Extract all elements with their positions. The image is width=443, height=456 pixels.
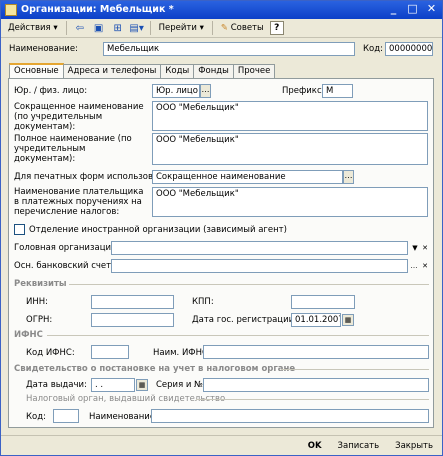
certificate-section-title: Свидетельство о постановке на учет в нал…: [14, 364, 296, 374]
prefix-label: Префикс:: [282, 86, 325, 96]
calendar-icon[interactable]: ▦: [136, 379, 148, 391]
tips-icon: ✎: [220, 23, 228, 33]
select-icon[interactable]: …: [409, 260, 419, 272]
tab-addresses[interactable]: Адреса и телефоны: [62, 64, 162, 78]
section-divider: [281, 369, 429, 370]
reg-date-input[interactable]: 01.01.2007: [291, 313, 341, 327]
kpp-input[interactable]: [291, 295, 355, 309]
issue-date-label: Дата выдачи:: [26, 380, 87, 390]
main-tab-panel: Юр. / физ. лицо: Юр. лицо … Префикс: М С…: [8, 78, 434, 428]
toolbar-separator: [211, 21, 213, 35]
full-name-label: Полное наименование (по учредительным до…: [14, 134, 132, 164]
copy-icon[interactable]: ▣: [91, 21, 107, 36]
ogrn-input[interactable]: [91, 313, 174, 327]
short-name-input[interactable]: ООО "Мебельщик": [152, 101, 428, 131]
tips-button[interactable]: ✎ Советы: [218, 21, 267, 36]
code-input[interactable]: 000000001: [385, 42, 433, 56]
tab-other[interactable]: Прочее: [232, 64, 276, 78]
print-forms-label: Для печатных форм использовать:: [14, 172, 171, 182]
tab-funds[interactable]: Фонды: [193, 64, 234, 78]
goto-menu[interactable]: Перейти ▾: [156, 21, 207, 36]
print-forms-field[interactable]: Сокращенное наименование: [152, 170, 343, 184]
authority-code-label: Код:: [26, 412, 46, 422]
inn-input[interactable]: [91, 295, 174, 309]
tab-codes[interactable]: Коды: [160, 64, 195, 78]
button-bar: OK Записать Закрыть: [1, 435, 442, 456]
entity-type-field[interactable]: Юр. лицо: [152, 84, 200, 98]
ogrn-label: ОГРН:: [26, 315, 53, 325]
inn-label: ИНН:: [26, 297, 49, 307]
bank-account-label: Осн. банковский счет:: [14, 261, 114, 271]
name-input[interactable]: Мебельщик: [103, 42, 355, 56]
kpp-label: КПП:: [192, 297, 214, 307]
back-arrow-icon[interactable]: ⇦: [72, 21, 88, 36]
report-icon[interactable]: ▤▾: [129, 21, 145, 36]
toolbar-separator: [65, 21, 67, 35]
section-divider: [196, 399, 429, 400]
clear-icon[interactable]: ✕: [420, 260, 430, 272]
dropdown-arrow-icon[interactable]: ▼: [410, 242, 420, 254]
close-button[interactable]: Закрыть: [392, 439, 436, 453]
foreign-branch-checkbox[interactable]: [14, 224, 25, 235]
toolbar: Действия ▾ ⇦ ▣ ⊞ ▤▾ Перейти ▾ ✎ Советы ?: [1, 19, 442, 38]
toolbar-separator: [149, 21, 151, 35]
section-divider: [47, 335, 429, 336]
short-name-label: Сокращенное наименование (по учредительн…: [14, 102, 144, 132]
name-label: Наименование:: [9, 44, 78, 54]
authority-code-input[interactable]: [53, 409, 79, 423]
parent-org-input[interactable]: [111, 241, 408, 255]
authority-name-input[interactable]: [151, 409, 429, 423]
ok-button[interactable]: OK: [305, 439, 325, 453]
entity-type-label: Юр. / физ. лицо:: [14, 86, 88, 96]
maximize-button[interactable]: □: [406, 3, 419, 16]
organization-window: Организации: Мебельщик * _ □ ✕ Действия …: [0, 0, 443, 456]
full-name-input[interactable]: ООО "Мебельщик": [152, 133, 428, 165]
parent-org-label: Головная организация:: [14, 243, 119, 253]
requisites-section-title: Реквизиты: [14, 279, 67, 289]
ifns-code-input[interactable]: [91, 345, 129, 359]
ifns-section-title: ИФНС: [14, 330, 43, 340]
ifns-code-label: Код ИФНС:: [26, 348, 75, 358]
payer-name-input[interactable]: ООО "Мебельщик": [152, 187, 428, 217]
section-divider: [69, 284, 429, 285]
ifns-name-input[interactable]: [203, 345, 429, 359]
authority-name-label: Наименование:: [89, 412, 158, 422]
help-button[interactable]: ?: [269, 21, 284, 35]
reg-date-label: Дата гос. регистрации:: [192, 315, 297, 325]
actions-menu[interactable]: Действия ▾: [5, 21, 61, 36]
save-button[interactable]: Записать: [335, 439, 383, 453]
issue-date-input[interactable]: . .: [91, 378, 135, 392]
title-bar[interactable]: Организации: Мебельщик * _ □ ✕: [1, 1, 442, 19]
series-number-label: Серия и №:: [156, 380, 206, 390]
prefix-input[interactable]: М: [322, 84, 353, 98]
tab-strip: Основные Адреса и телефоны Коды Фонды Пр…: [9, 63, 276, 78]
clear-icon[interactable]: ✕: [420, 242, 430, 254]
print-forms-select-button[interactable]: …: [343, 170, 354, 184]
bank-account-input[interactable]: [111, 259, 408, 273]
minimize-button[interactable]: _: [387, 3, 400, 16]
entity-select-button[interactable]: …: [200, 84, 211, 98]
calendar-icon[interactable]: ▦: [342, 314, 354, 326]
code-label: Код:: [363, 44, 383, 54]
app-icon: [5, 4, 17, 16]
payer-name-label: Наименование плательщика в платежных пор…: [14, 187, 144, 217]
tab-main[interactable]: Основные: [9, 63, 64, 78]
close-window-button[interactable]: ✕: [425, 3, 438, 16]
structure-icon[interactable]: ⊞: [110, 21, 126, 36]
window-title: Организации: Мебельщик *: [21, 4, 174, 15]
foreign-branch-label: Отделение иностранной организации (завис…: [29, 225, 287, 235]
series-number-input[interactable]: [203, 378, 429, 392]
